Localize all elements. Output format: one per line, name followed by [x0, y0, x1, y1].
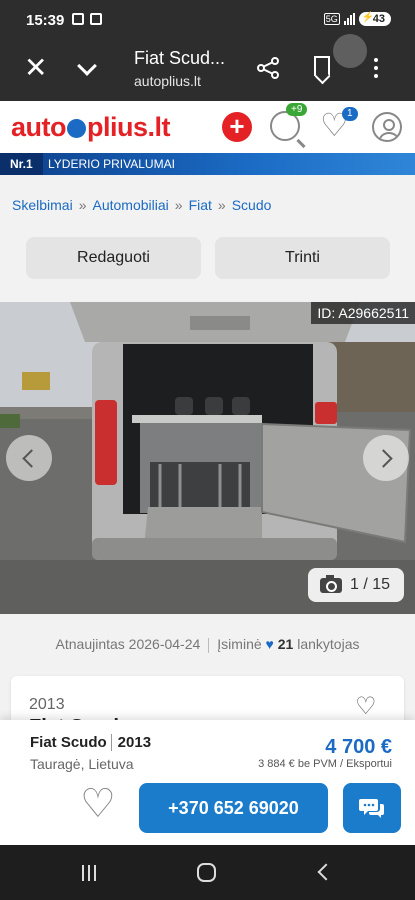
- nr1-label: Nr.1: [0, 153, 43, 175]
- call-button[interactable]: +370 652 69020: [139, 783, 328, 833]
- photo-counter-text: 1 / 15: [350, 576, 391, 593]
- chat-button[interactable]: [343, 783, 401, 833]
- favorites-badge: 1: [342, 107, 358, 121]
- sticky-price: 4 700 €: [325, 736, 392, 758]
- sticky-contact-bar: Fiat Scudo 2013 Tauragė, Lietuva 4 700 € …: [0, 720, 415, 845]
- camera-icon: [320, 575, 342, 593]
- gallery-notification-icon: [72, 13, 84, 25]
- search-icon[interactable]: +9: [270, 103, 308, 141]
- page-title: Fiat Scud...: [134, 48, 226, 68]
- breadcrumb-separator: »: [78, 197, 87, 213]
- search-badge: +9: [286, 103, 308, 116]
- breadcrumb-skelbimai[interactable]: Skelbimai: [12, 197, 73, 213]
- back-icon[interactable]: [317, 863, 335, 881]
- breadcrumb-scudo[interactable]: Scudo: [232, 197, 272, 213]
- edit-button[interactable]: Redaguoti: [26, 237, 201, 279]
- battery-indicator: 43: [358, 12, 391, 26]
- breadcrumb-separator: »: [217, 197, 226, 213]
- signal-icon: [343, 13, 355, 25]
- gallery-next-button[interactable]: [363, 435, 409, 481]
- breadcrumb-separator: »: [174, 197, 183, 213]
- browser-chrome: 15:39 5G 43 ✕ Fiat Scud... autoplius.lt: [0, 0, 415, 101]
- site-header: auto plius.lt + +9 ♡ 1: [0, 101, 415, 153]
- site-logo[interactable]: auto plius.lt: [11, 112, 171, 143]
- listing-meta: Atnaujintas 2026-04-24 Įsiminė ♥ 21 lanky…: [0, 636, 415, 653]
- browser-toolbar: ✕ Fiat Scud... autoplius.lt: [0, 34, 415, 101]
- status-time: 15:39: [26, 12, 65, 29]
- network-type-icon: 5G: [323, 13, 340, 25]
- sticky-year: 2013: [110, 734, 151, 751]
- breadcrumb: Skelbimai » Automobiliai » Fiat » Scudo: [12, 197, 271, 213]
- visitors-label: lankytojas: [297, 636, 360, 652]
- bookmark-icon[interactable]: [314, 56, 330, 76]
- add-listing-icon[interactable]: +: [222, 112, 252, 142]
- breadcrumb-automobiliai[interactable]: Automobiliai: [93, 197, 169, 213]
- sticky-model: Fiat Scudo 2013: [30, 734, 151, 751]
- visitors-count: 21: [277, 636, 294, 652]
- status-right: 5G 43: [323, 12, 391, 26]
- save-favorite-icon[interactable]: ♡: [80, 784, 116, 824]
- system-nav-bar: [0, 845, 415, 900]
- sticky-location: Tauragė, Lietuva: [30, 756, 134, 772]
- share-icon[interactable]: [256, 56, 280, 80]
- photo-counter[interactable]: 1 / 15: [308, 568, 404, 602]
- card-year: 2013: [29, 696, 65, 713]
- chat-icon: [359, 799, 384, 818]
- remembered-label: Įsiminė: [217, 636, 262, 652]
- favorites-icon[interactable]: ♡ 1: [320, 107, 358, 141]
- screen-notification-icon: [90, 13, 102, 25]
- profile-ghost-icon: [333, 34, 367, 68]
- meta-divider: [208, 637, 210, 653]
- more-menu-icon[interactable]: [374, 58, 378, 78]
- listing-id-badge: ID: A29662511: [311, 302, 415, 324]
- leader-text: LYDERIO PRIVALUMAI: [48, 157, 175, 171]
- updated-date: Atnaujintas 2026-04-24: [55, 636, 201, 652]
- recents-icon[interactable]: [82, 865, 96, 881]
- sticky-price-note: 3 884 € be PVM / Eksportui: [258, 758, 392, 770]
- home-icon[interactable]: [197, 863, 216, 882]
- chevron-down-icon[interactable]: [77, 56, 97, 76]
- sticky-model-name: Fiat Scudo: [30, 734, 107, 751]
- gallery-prev-button[interactable]: [6, 435, 52, 481]
- notification-icons: [72, 13, 102, 25]
- breadcrumb-fiat[interactable]: Fiat: [189, 197, 212, 213]
- user-account-icon[interactable]: [372, 112, 402, 142]
- logo-globe-icon: [67, 119, 86, 138]
- leader-banner[interactable]: Nr.1 LYDERIO PRIVALUMAI: [0, 153, 415, 175]
- page-url[interactable]: autoplius.lt: [134, 73, 201, 89]
- close-tab-icon[interactable]: ✕: [24, 54, 47, 82]
- card-favorite-icon[interactable]: ♡: [355, 692, 377, 721]
- heart-icon: ♥: [265, 636, 274, 652]
- delete-button[interactable]: Trinti: [215, 237, 390, 279]
